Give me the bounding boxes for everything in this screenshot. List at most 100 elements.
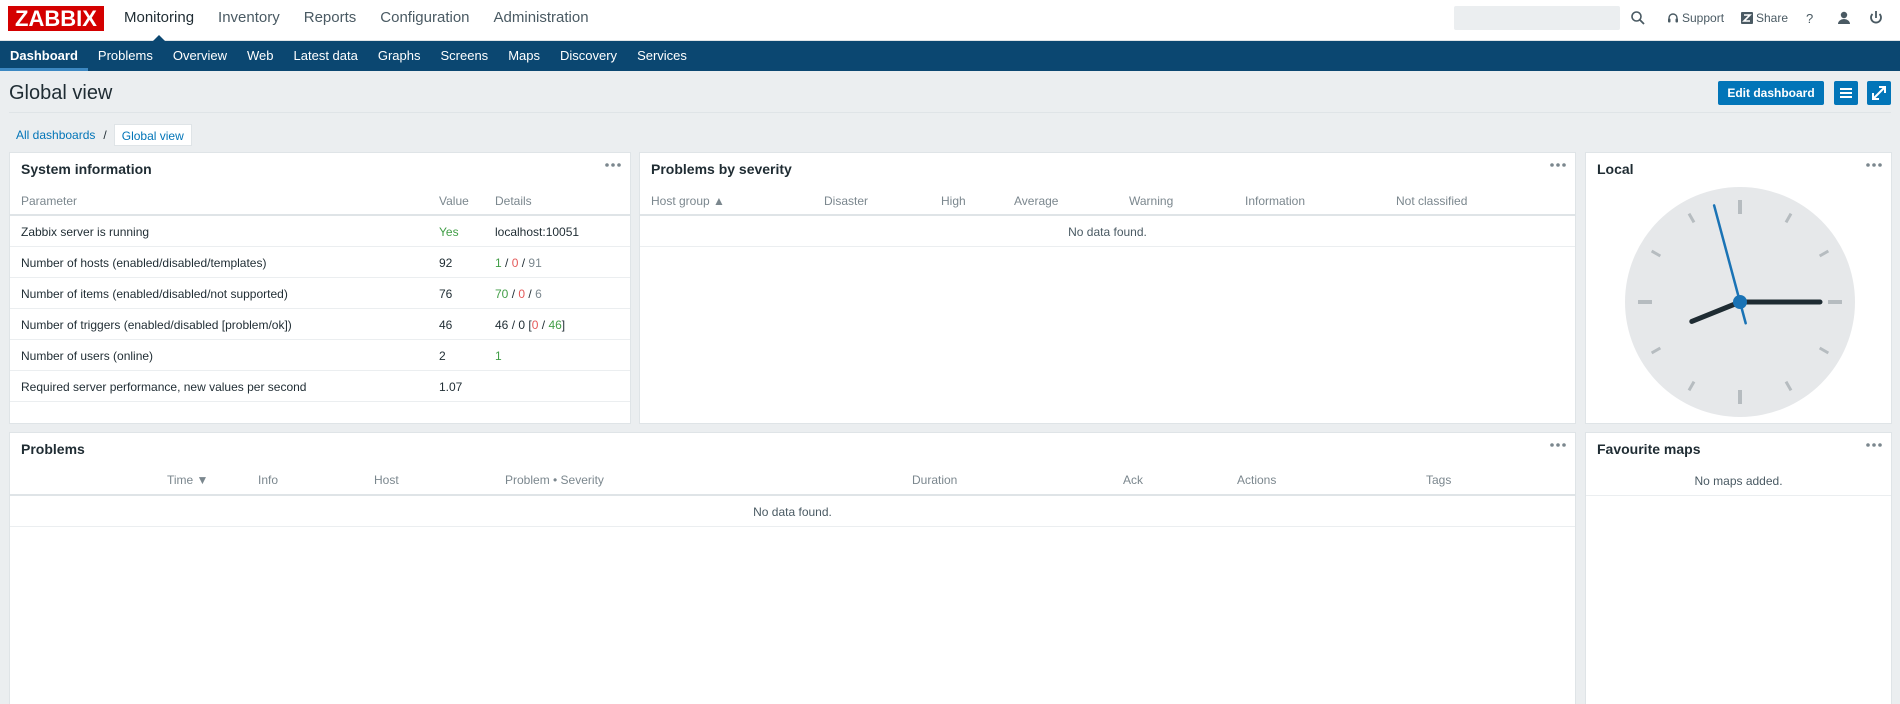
hamburger-icon [1840, 88, 1852, 98]
submenu-problems[interactable]: Problems [88, 41, 163, 71]
edit-dashboard-button[interactable]: Edit dashboard [1718, 81, 1824, 105]
submenu-overview[interactable]: Overview [163, 41, 237, 71]
details-hosts: 1 / 0 / 91 [495, 256, 542, 270]
system-information-widget: System information Parameter Value Detai… [9, 152, 631, 424]
value-server-running: Yes [439, 225, 459, 239]
problems-by-severity-widget: Problems by severity Host group ▲ Disast… [639, 152, 1576, 424]
column-header-host[interactable]: Host [374, 473, 399, 487]
breadcrumb-global-view[interactable]: Global view [113, 124, 192, 146]
param-hosts: Number of hosts (enabled/disabled/templa… [21, 256, 267, 270]
main-menu: Monitoring Inventory Reports Configurati… [112, 0, 601, 41]
more-icon[interactable] [604, 161, 622, 169]
favourite-maps-widget: Favourite maps No maps added. [1585, 432, 1892, 704]
value-users: 2 [439, 349, 446, 363]
actions-menu-button[interactable] [1834, 81, 1858, 105]
column-header-problem-severity[interactable]: Problem • Severity [505, 473, 604, 487]
param-triggers: Number of triggers (enabled/disabled [pr… [21, 318, 292, 332]
fullscreen-button[interactable] [1867, 81, 1891, 105]
widget-title: Problems by severity [651, 161, 792, 177]
row-divider [10, 339, 630, 340]
column-header-information: Information [1245, 194, 1306, 208]
details-triggers: 46 / 0 [0 / 46] [495, 318, 566, 332]
column-header-duration: Duration [912, 473, 958, 487]
submenu-maps[interactable]: Maps [498, 41, 550, 71]
empty-message: No data found. [753, 505, 832, 519]
menu-configuration[interactable]: Configuration [368, 0, 481, 41]
submenu-discovery[interactable]: Discovery [550, 41, 627, 71]
support-link[interactable]: Support [1667, 10, 1724, 26]
details-users: 1 [495, 349, 502, 363]
title-divider [9, 112, 1891, 113]
column-header-disaster: Disaster [824, 194, 869, 208]
fullscreen-icon [1872, 86, 1886, 100]
details-server-running: localhost:10051 [495, 225, 580, 239]
column-header-actions: Actions [1237, 473, 1277, 487]
analog-clock [1625, 187, 1855, 417]
row-divider [10, 526, 1575, 527]
share-label: Share [1756, 11, 1789, 25]
row-divider [10, 401, 630, 402]
search-input[interactable] [1454, 6, 1620, 30]
header-divider [10, 214, 630, 216]
row-divider [10, 308, 630, 309]
widget-title: System information [21, 161, 152, 177]
power-icon[interactable] [1867, 9, 1885, 27]
value-hosts: 92 [439, 256, 453, 270]
empty-message: No data found. [1068, 225, 1147, 239]
user-icon[interactable] [1835, 9, 1853, 27]
column-header-tags: Tags [1426, 473, 1452, 487]
row-divider [10, 277, 630, 278]
column-header-average: Average [1014, 194, 1059, 208]
submenu-web[interactable]: Web [237, 41, 284, 71]
submenu-dashboard[interactable]: Dashboard [0, 41, 88, 71]
menu-inventory[interactable]: Inventory [206, 0, 292, 41]
column-header-host-group[interactable]: Host group ▲ [651, 194, 725, 208]
row-divider [1586, 495, 1891, 496]
more-icon[interactable] [1549, 441, 1567, 449]
submenu-screens[interactable]: Screens [430, 41, 498, 71]
headset-icon [1668, 13, 1678, 23]
share-icon [1741, 12, 1753, 24]
param-items: Number of items (enabled/disabled/not su… [21, 287, 288, 301]
column-header-warning: Warning [1129, 194, 1174, 208]
submenu-graphs[interactable]: Graphs [368, 41, 431, 71]
share-link[interactable]: Share [1741, 10, 1788, 26]
widget-title: Problems [21, 441, 85, 457]
support-label: Support [1682, 11, 1725, 25]
breadcrumb-all-dashboards[interactable]: All dashboards [9, 124, 102, 146]
column-header-high: High [941, 194, 966, 208]
param-users: Number of users (online) [21, 349, 154, 363]
column-header-time[interactable]: Time ▼ [167, 473, 208, 487]
search-icon[interactable] [1630, 10, 1646, 26]
column-header-parameter[interactable]: Parameter [21, 194, 77, 208]
widget-title: Local [1597, 161, 1634, 177]
column-header-info: Info [258, 473, 279, 487]
local-clock-widget: Local [1585, 152, 1892, 424]
more-icon[interactable] [1865, 161, 1883, 169]
submenu-services[interactable]: Services [627, 41, 697, 71]
clock-center [1733, 295, 1747, 309]
menu-monitoring[interactable]: Monitoring [112, 0, 206, 41]
submenu-latest-data[interactable]: Latest data [284, 41, 368, 71]
param-server-running: Zabbix server is running [21, 225, 150, 239]
column-header-value[interactable]: Value [439, 194, 469, 208]
param-performance: Required server performance, new values … [21, 380, 307, 394]
row-divider [10, 370, 630, 371]
more-icon[interactable] [1865, 441, 1883, 449]
value-performance: 1.07 [439, 380, 463, 394]
problems-widget: Problems Time ▼ Info Host Problem • Seve… [9, 432, 1576, 704]
empty-message: No maps added. [1694, 474, 1783, 488]
header-divider [640, 214, 1575, 216]
column-header-details[interactable]: Details [495, 194, 532, 208]
more-icon[interactable] [1549, 161, 1567, 169]
menu-reports[interactable]: Reports [292, 0, 369, 41]
page-title: Global view [9, 82, 113, 104]
breadcrumb-separator: / [103, 128, 107, 142]
top-header: ZABBIX Monitoring Inventory Reports Conf… [0, 0, 1900, 41]
help-link[interactable]: ? [1806, 10, 1813, 26]
row-divider [10, 246, 630, 247]
widget-title: Favourite maps [1597, 441, 1701, 457]
zabbix-logo[interactable]: ZABBIX [8, 6, 104, 31]
column-header-not-classified: Not classified [1396, 194, 1468, 208]
menu-administration[interactable]: Administration [482, 0, 601, 41]
